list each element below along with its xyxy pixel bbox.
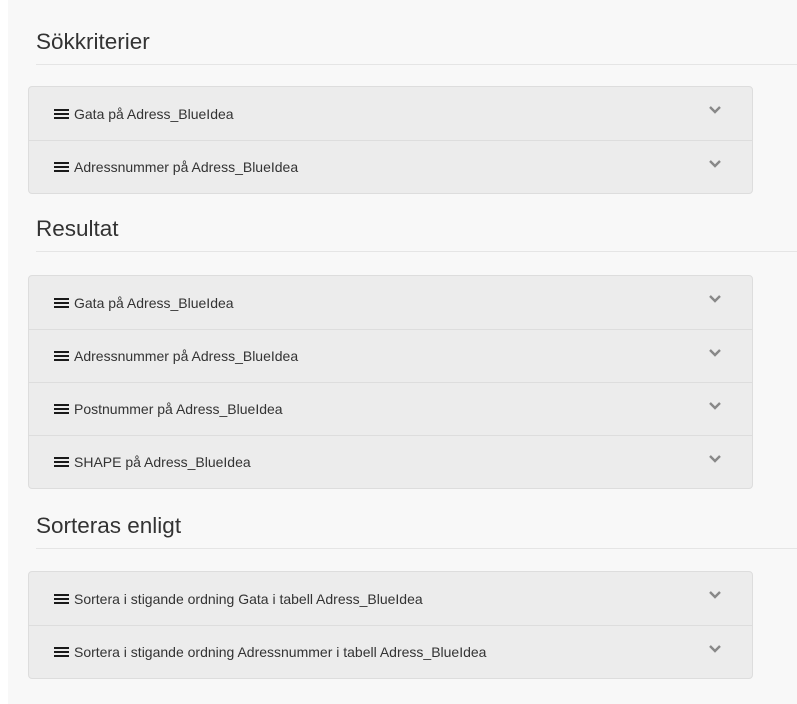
section-sort-order: Sorteras enligt	[36, 513, 797, 549]
chevron-down-icon[interactable]	[708, 348, 722, 358]
chevron-down-icon[interactable]	[708, 294, 722, 304]
list-item-label: Sortera i stigande ordning Adressnummer …	[74, 644, 487, 660]
list-item-label: SHAPE på Adress_BlueIdea	[74, 454, 251, 470]
list-item-label: Gata på Adress_BlueIdea	[74, 105, 234, 122]
list-item[interactable]: Sortera i stigande ordning Adressnummer …	[29, 625, 752, 678]
list-item[interactable]: Adressnummer på Adress_BlueIdea	[29, 329, 752, 382]
sort-order-list: Sortera i stigande ordning Gata i tabell…	[28, 571, 753, 679]
list-item[interactable]: Sortera i stigande ordning Gata i tabell…	[29, 572, 752, 625]
list-item-label: Gata på Adress_BlueIdea	[74, 294, 234, 311]
list-item[interactable]: Postnummer på Adress_BlueIdea	[29, 382, 752, 435]
list-item[interactable]: Gata på Adress_BlueIdea	[29, 276, 752, 329]
list-item-label: Adressnummer på Adress_BlueIdea	[74, 159, 299, 175]
chevron-down-icon[interactable]	[708, 590, 722, 600]
menu-icon[interactable]	[54, 403, 69, 415]
menu-icon[interactable]	[54, 593, 69, 605]
list-item[interactable]: Adressnummer på Adress_BlueIdea	[29, 140, 752, 193]
section-results: Resultat	[36, 216, 797, 252]
menu-icon[interactable]	[54, 297, 69, 309]
results-list: Gata på Adress_BlueIdea Adressnummer på …	[28, 275, 753, 489]
menu-icon[interactable]	[54, 350, 69, 362]
menu-icon[interactable]	[54, 161, 69, 173]
chevron-down-icon[interactable]	[708, 401, 722, 411]
search-criteria-list: Gata på Adress_BlueIdea Adressnummer på …	[28, 86, 753, 194]
section-title: Sökkriterier	[36, 29, 797, 65]
list-item-label: Adressnummer på Adress_BlueIdea	[74, 348, 299, 364]
chevron-down-icon[interactable]	[708, 454, 722, 464]
section-title: Sorteras enligt	[36, 513, 797, 549]
menu-icon[interactable]	[54, 108, 69, 120]
list-item-label: Postnummer på Adress_BlueIdea	[74, 401, 283, 417]
section-search-criteria: Sökkriterier	[36, 29, 797, 65]
menu-icon[interactable]	[54, 456, 69, 468]
chevron-down-icon[interactable]	[708, 159, 722, 169]
list-item[interactable]: SHAPE på Adress_BlueIdea	[29, 435, 752, 488]
menu-icon[interactable]	[54, 646, 69, 658]
chevron-down-icon[interactable]	[708, 105, 722, 115]
section-title: Resultat	[36, 216, 797, 252]
query-panel: Sökkriterier Gata på Adress_BlueIdea Adr…	[8, 0, 797, 704]
list-item-label: Sortera i stigande ordning Gata i tabell…	[74, 590, 423, 607]
chevron-down-icon[interactable]	[708, 644, 722, 654]
list-item[interactable]: Gata på Adress_BlueIdea	[29, 87, 752, 140]
